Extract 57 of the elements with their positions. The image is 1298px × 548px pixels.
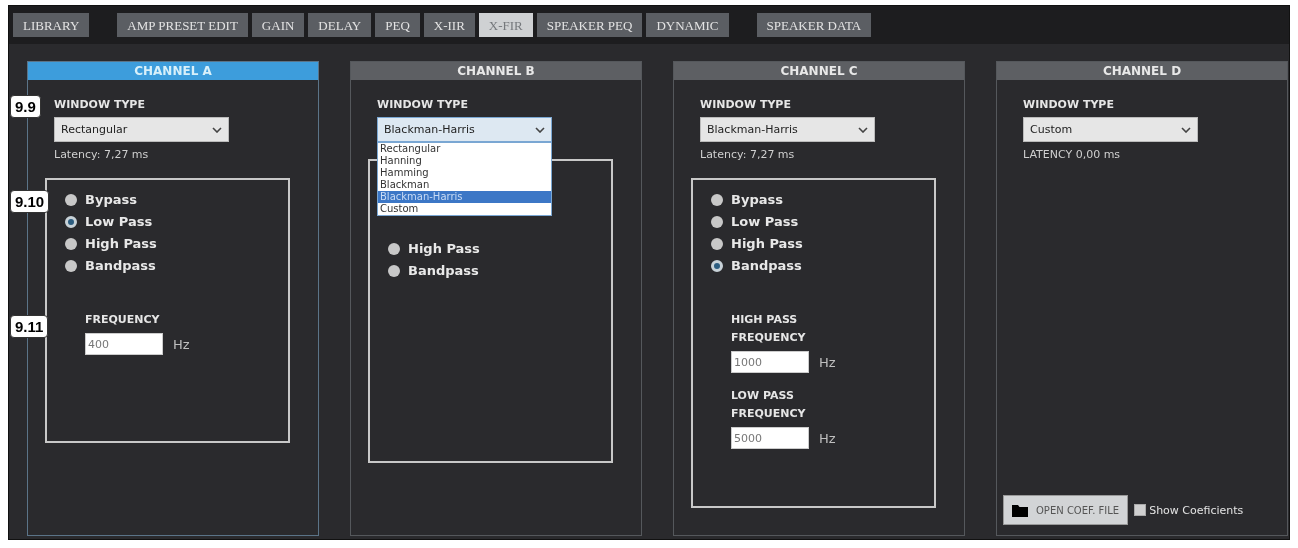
tab[interactable]: GAIN xyxy=(251,13,305,37)
callout-label: 9.11 xyxy=(10,315,49,338)
dropdown-option[interactable]: Rectangular xyxy=(378,143,551,155)
caret-icon xyxy=(212,126,222,133)
window-type-label: WINDOW TYPE xyxy=(1023,98,1115,111)
tab[interactable]: X-IIR xyxy=(423,13,475,37)
filter-radio[interactable]: Low Pass xyxy=(711,214,934,229)
show-coefficients-checkbox[interactable]: Show Coeficients xyxy=(1134,503,1244,517)
frequency-input[interactable]: 400 xyxy=(85,333,163,355)
caret-icon xyxy=(535,126,545,133)
frequency-input[interactable]: 5000 xyxy=(731,427,809,449)
filter-radio[interactable]: Low Pass xyxy=(65,214,288,229)
filter-radio[interactable]: High Pass xyxy=(388,241,611,256)
tab[interactable]: SPEAKER DATA xyxy=(756,13,872,37)
tab[interactable]: LIBRARY xyxy=(13,13,90,37)
frequency-label: LOW PASS FREQUENCY xyxy=(731,388,807,422)
filter-radio[interactable]: Bandpass xyxy=(711,258,934,273)
unit-label: Hz xyxy=(819,430,836,446)
tab[interactable]: AMP PRESET EDIT xyxy=(117,13,248,37)
callout-label: 9.9 xyxy=(10,95,41,118)
unit-label: Hz xyxy=(819,354,836,370)
dropdown-option[interactable]: Hanning xyxy=(378,155,551,167)
unit-label: Hz xyxy=(173,336,190,352)
channel-header[interactable]: CHANNEL B xyxy=(351,62,641,80)
window-type-dropdown[interactable]: Blackman-Harris xyxy=(700,117,875,142)
frequency-label: FREQUENCY xyxy=(85,312,161,328)
filter-radio[interactable]: Bandpass xyxy=(388,263,611,278)
open-file-button[interactable]: OPEN COEF. FILE xyxy=(1003,495,1129,525)
tab[interactable]: PEQ xyxy=(375,13,420,37)
latency-text: Latency: 7,27 ms xyxy=(700,148,796,161)
window-type-label: WINDOW TYPE xyxy=(700,98,792,111)
filter-radio[interactable]: Bypass xyxy=(65,192,288,207)
folder-icon xyxy=(1012,503,1028,517)
tab[interactable]: SPEAKER PEQ xyxy=(536,13,643,37)
tab[interactable]: DELAY xyxy=(308,13,372,37)
filter-radio[interactable]: High Pass xyxy=(711,236,934,251)
latency-text: LATENCY 0,00 ms xyxy=(1023,148,1122,161)
latency-text: Latency: 7,27 ms xyxy=(54,148,150,161)
frequency-label: HIGH PASS FREQUENCY xyxy=(731,312,807,346)
tab[interactable]: DYNAMIC xyxy=(646,13,729,37)
filter-radio[interactable]: Bypass xyxy=(711,192,934,207)
frequency-input[interactable]: 1000 xyxy=(731,351,809,373)
channel-header[interactable]: CHANNEL C xyxy=(674,62,964,80)
window-type-dropdown[interactable]: Custom xyxy=(1023,117,1198,142)
dropdown-option[interactable]: Custom xyxy=(378,203,551,215)
window-type-dropdown[interactable]: Rectangular xyxy=(54,117,229,142)
filter-radio[interactable]: High Pass xyxy=(65,236,288,251)
dropdown-option[interactable]: Hamming xyxy=(378,167,551,179)
window-type-label: WINDOW TYPE xyxy=(377,98,469,111)
window-type-dropdown[interactable]: Blackman-Harris xyxy=(377,117,552,142)
filter-radio[interactable]: Bandpass xyxy=(65,258,288,273)
caret-icon xyxy=(858,126,868,133)
dropdown-option[interactable]: Blackman xyxy=(378,179,551,191)
channel-header[interactable]: CHANNEL D xyxy=(997,62,1287,80)
caret-icon xyxy=(1181,126,1191,133)
window-type-label: WINDOW TYPE xyxy=(54,98,146,111)
callout-label: 9.10 xyxy=(10,190,50,213)
